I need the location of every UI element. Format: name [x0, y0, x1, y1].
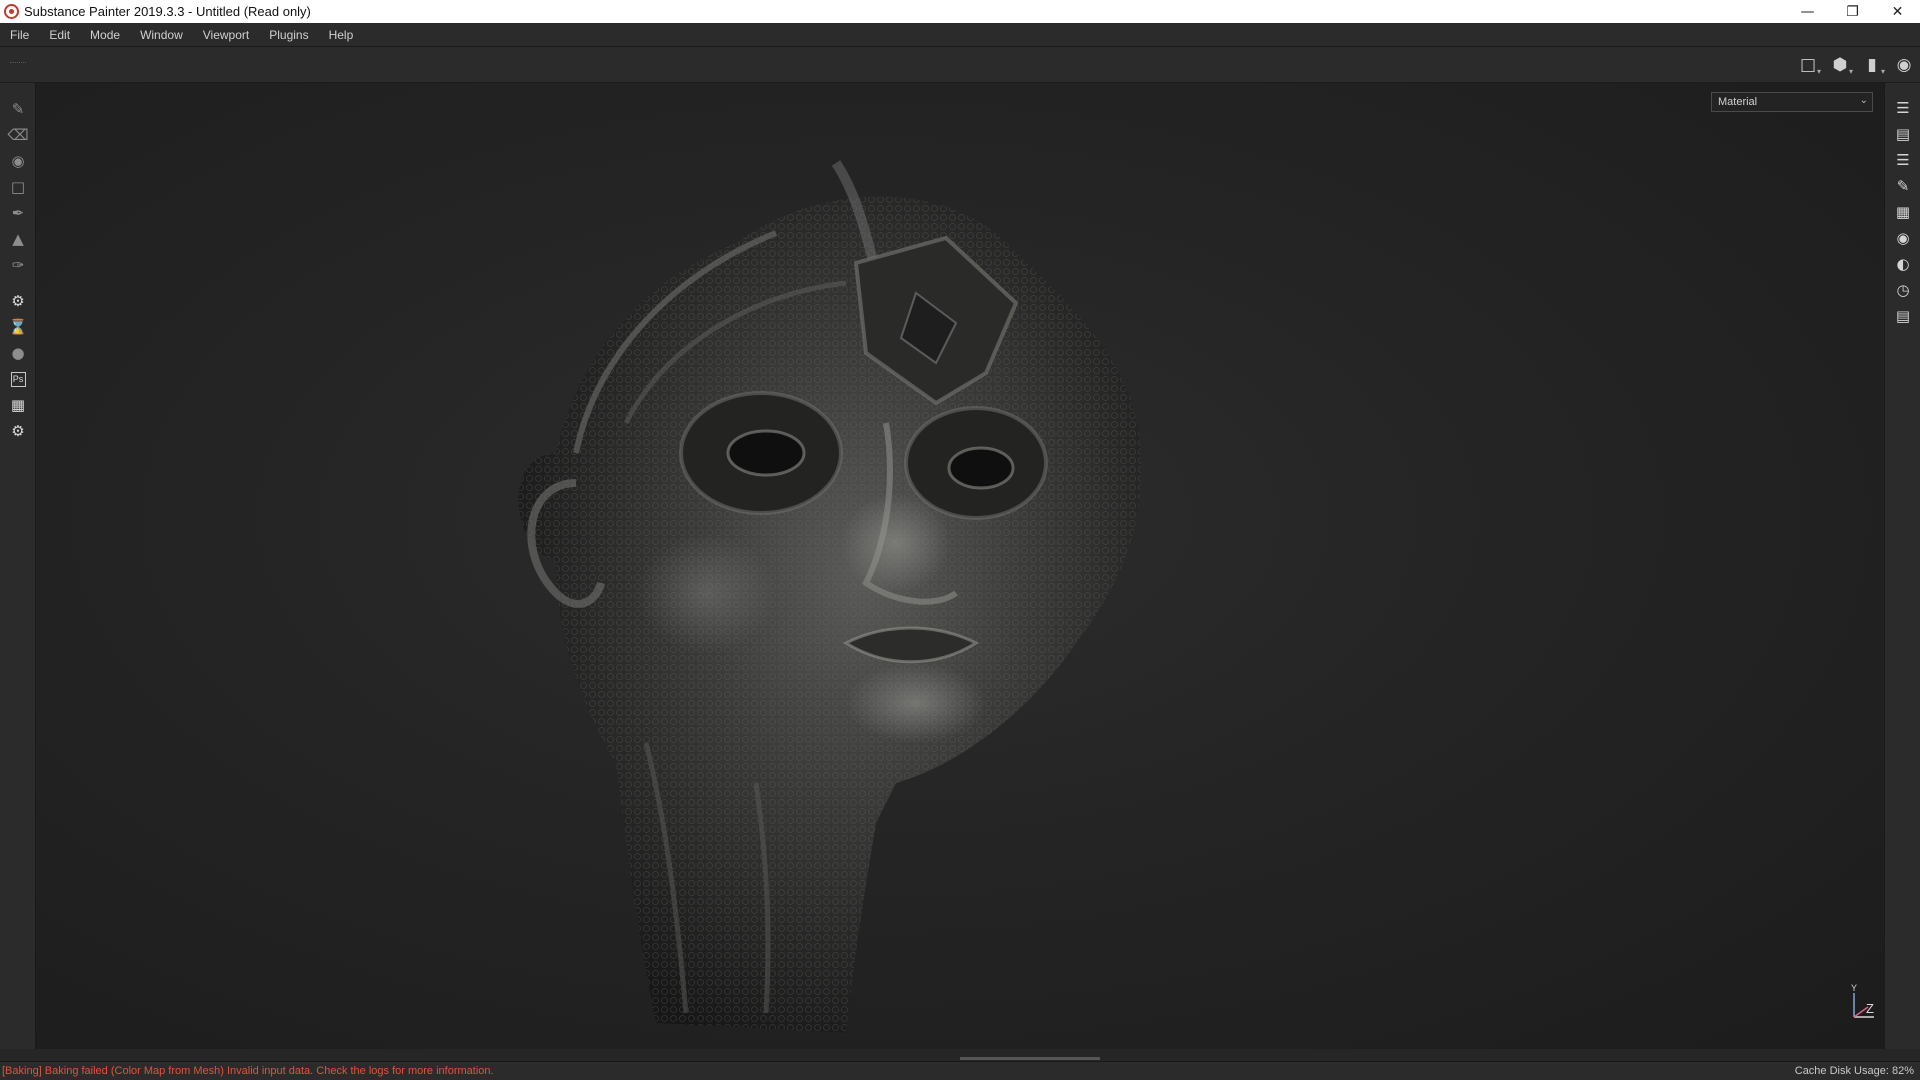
smudge-icon[interactable]: ✒ — [6, 201, 30, 225]
3d-model-head — [518, 160, 1142, 1033]
export-icon[interactable]: ▦ — [6, 393, 30, 417]
title-bar: Substance Painter 2019.3.3 - Untitled (R… — [0, 0, 1920, 23]
status-error-message[interactable]: [Baking] Baking failed (Color Map from M… — [0, 1065, 1795, 1077]
chevron-down-icon: ⌄ — [1859, 95, 1868, 106]
cache-disk-usage-value: 82% — [1891, 1065, 1914, 1077]
close-icon[interactable]: ✕ — [1875, 0, 1920, 23]
restore-icon[interactable]: ❐ — [1830, 0, 1875, 23]
clone-stamp-icon[interactable]: ▲ — [6, 227, 30, 251]
uv-grid-icon[interactable]: ▦ — [1891, 200, 1915, 224]
toolbar-grip[interactable] — [10, 62, 26, 65]
menu-bar: File Edit Mode Window Viewport Plugins H… — [0, 23, 1920, 47]
window-title: Substance Painter 2019.3.3 - Untitled (R… — [24, 4, 311, 19]
viewport-toolbar: □ ▾ ⬢ ▾ ▮ ▾ ◉ — [0, 47, 1920, 83]
channel-select[interactable]: Material ⌄ — [1711, 92, 1873, 112]
menu-mode[interactable]: Mode — [80, 23, 130, 47]
cache-disk-usage: Cache Disk Usage: 82% — [1795, 1065, 1920, 1077]
axis-z-label: Z — [1866, 1001, 1874, 1016]
texture-set-list-icon[interactable]: ▤ — [1891, 122, 1915, 146]
menu-file[interactable]: File — [0, 23, 39, 47]
dock-resize-handle[interactable] — [960, 1057, 1100, 1060]
camera-icon[interactable]: ▮ ▾ — [1856, 51, 1888, 79]
left-tool-bar: ✎ ⌫ ◉ □ ✒ ▲ ✑ ⚙ ⌛ ● Ps ▦ ⚙ — [0, 83, 36, 1049]
minimize-icon[interactable]: — — [1785, 0, 1830, 23]
channel-select-value: Material — [1718, 96, 1758, 108]
layer-stack-icon[interactable]: ☰ — [1891, 148, 1915, 172]
3d-viewport[interactable]: Material ⌄ Y Z — [36, 83, 1884, 1049]
projection-icon[interactable]: ◉ — [6, 149, 30, 173]
menu-window[interactable]: Window — [130, 23, 193, 47]
right-panel-bar: ☰ ▤ ☰ ✎ ▦ ◉ ◐ ◷ ▤ — [1884, 83, 1920, 1049]
2d-view-icon[interactable]: □ ▾ — [1792, 51, 1824, 79]
environment-icon[interactable]: ◐ — [1891, 252, 1915, 276]
status-bar: [Baking] Baking failed (Color Map from M… — [0, 1061, 1920, 1080]
scale-texture — [518, 196, 1142, 1033]
axis-y-label: Y — [1851, 983, 1857, 993]
bottom-dock-strip — [0, 1049, 1920, 1061]
polygon-fill-icon[interactable]: □ — [6, 175, 30, 199]
hourglass-icon[interactable]: ⌛ — [6, 315, 30, 339]
chin-highlight — [846, 663, 986, 743]
axis-gizmo: Y Z — [1851, 983, 1874, 1018]
menu-plugins[interactable]: Plugins — [259, 23, 318, 47]
3d-view-icon[interactable]: ⬢ ▾ — [1824, 51, 1856, 79]
substance-painter-logo-icon — [4, 4, 19, 19]
settings-icon[interactable]: ⚙ — [6, 419, 30, 443]
bake-settings-icon[interactable]: ⚙ — [6, 289, 30, 313]
color-picker-icon[interactable]: ✑ — [6, 253, 30, 277]
eraser-icon[interactable]: ⌫ — [6, 123, 30, 147]
layers-panel-icon[interactable]: ☰ — [1891, 96, 1915, 120]
menu-edit[interactable]: Edit — [39, 23, 80, 47]
display-settings-icon[interactable]: ◉ — [1891, 226, 1915, 250]
paint-brush-icon[interactable]: ✎ — [6, 97, 30, 121]
history-icon[interactable]: ◷ — [1891, 278, 1915, 302]
brush-properties-icon[interactable]: ✎ — [1891, 174, 1915, 198]
photoshop-icon[interactable]: Ps — [6, 367, 30, 391]
log-icon[interactable]: ▤ — [1891, 304, 1915, 328]
menu-viewport[interactable]: Viewport — [193, 23, 259, 47]
menu-help[interactable]: Help — [319, 23, 364, 47]
material-ball-icon[interactable]: ● — [6, 341, 30, 365]
view-mode-tools: □ ▾ ⬢ ▾ ▮ ▾ ◉ — [1792, 47, 1920, 83]
cache-disk-usage-label: Cache Disk Usage: — [1794, 1065, 1889, 1077]
screenshot-icon[interactable]: ◉ — [1888, 51, 1920, 79]
